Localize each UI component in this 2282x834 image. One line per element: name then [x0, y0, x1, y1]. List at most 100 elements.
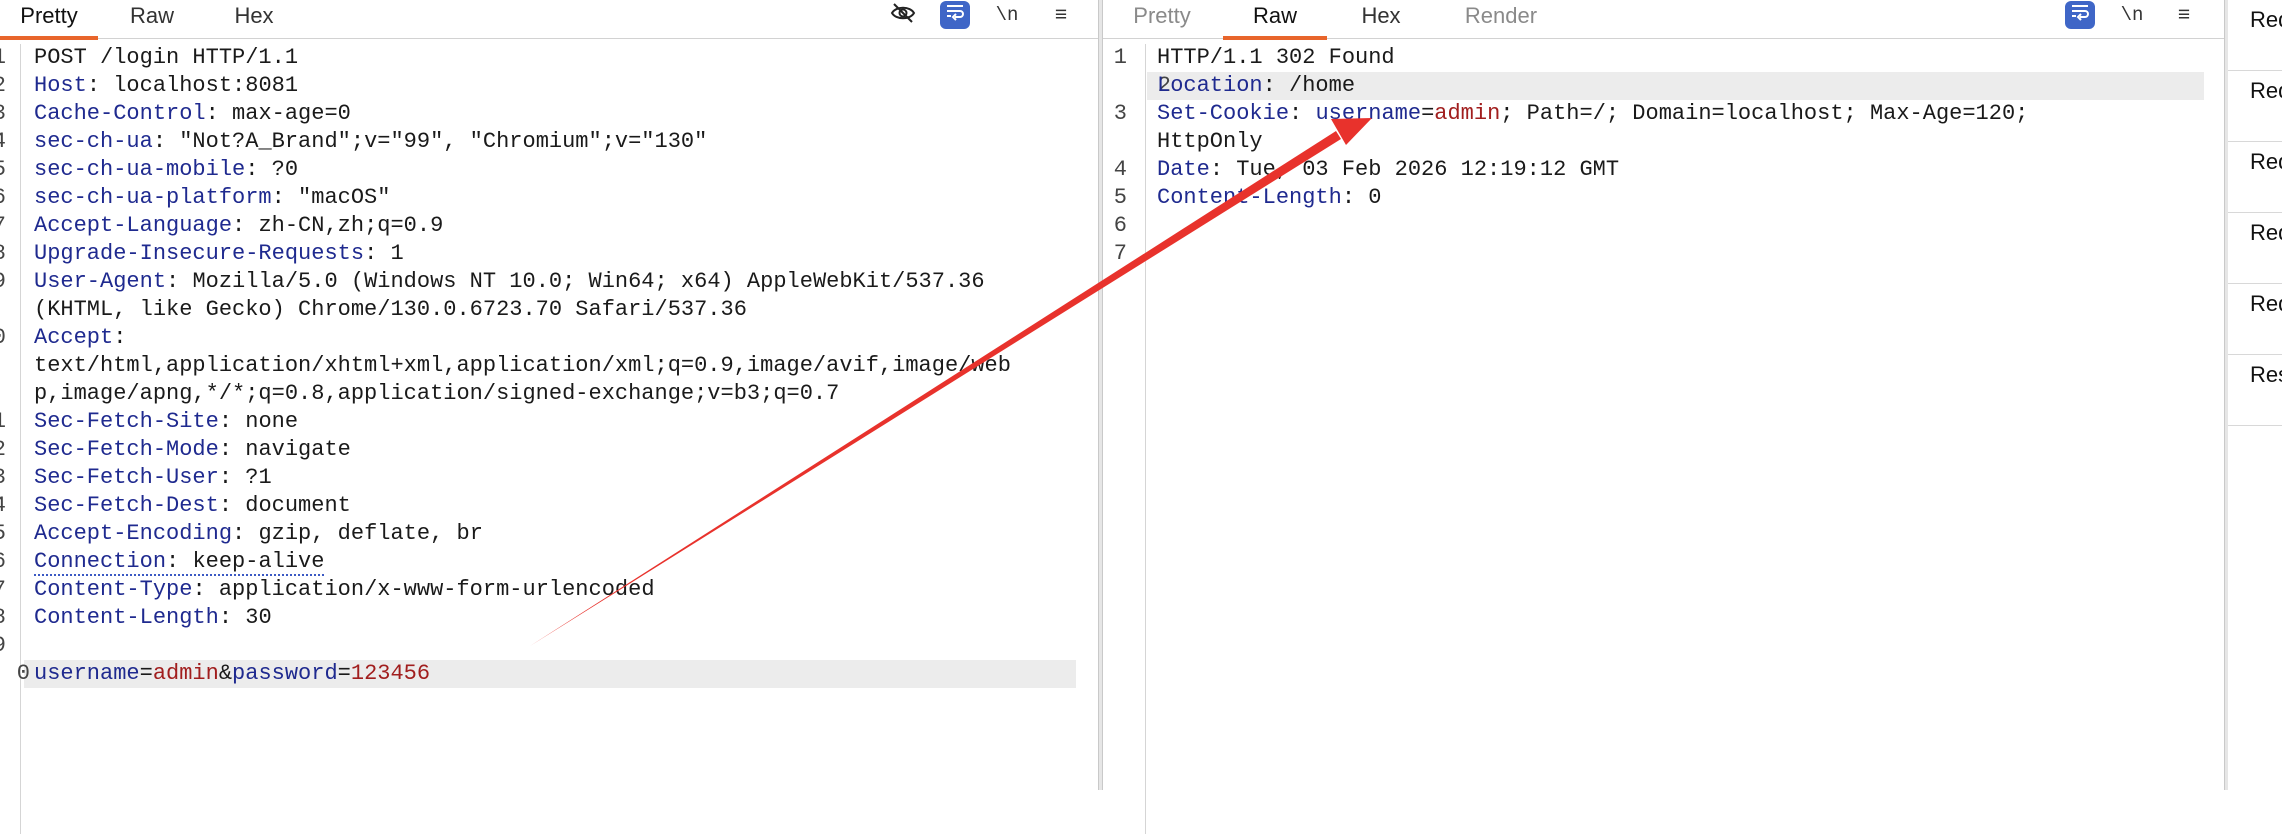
code-line: p,image/apng,*/*;q=0.8,application/signe… — [0, 380, 1098, 408]
header: Accept: — [34, 325, 140, 350]
request-tab-raw[interactable]: Raw — [118, 0, 186, 36]
header: Sec-Fetch-User: ?1 — [34, 465, 272, 490]
line-content: Content-Length: 30 — [34, 604, 272, 632]
code-line: 7 Content-Type: application/x-www-form-ur… — [0, 576, 1098, 604]
code-line: 5 Content-Length: 0 — [1103, 184, 2224, 212]
show-newlines-button[interactable]: \n — [2117, 2, 2147, 30]
header-name: Cache-Control — [34, 101, 206, 126]
header: Accept-Encoding: gzip, deflate, br — [34, 521, 483, 546]
header: sec-ch-ua-platform: "macOS" — [34, 185, 390, 210]
line-content: username=admin&password=123456 — [34, 660, 430, 688]
line-number: 2 — [0, 436, 6, 464]
sidebar-item[interactable]: Res — [2228, 355, 2282, 426]
line-number: 5 — [0, 520, 6, 548]
code-line: 3 Cache-Control: max-age=0 — [0, 100, 1098, 128]
code-line: 7 — [1103, 240, 2224, 268]
equals: = — [337, 661, 351, 686]
menu-icon[interactable]: ≡ — [2169, 2, 2199, 30]
line-content: Upgrade-Insecure-Requests: 1 — [34, 240, 404, 268]
line-number: 4 — [0, 492, 6, 520]
line-number: 1 — [0, 408, 6, 436]
line-content: HTTP/1.1 302 Found — [1157, 44, 1395, 72]
request-editor[interactable]: 1 POST /login HTTP/1.1 2 Host: localhost:80… — [0, 44, 1098, 834]
cookie-attributes: ; Path=/; Domain=localhost; Max-Age=120; — [1500, 101, 2029, 126]
code-line: 0 username=admin&password=123456 — [17, 660, 1076, 688]
colon: : — [152, 129, 180, 154]
colon: : — [218, 409, 246, 434]
sidebar-item[interactable]: Req — [2228, 71, 2282, 142]
colon: : — [218, 465, 246, 490]
colon: : — [166, 269, 193, 294]
response-tab-pretty[interactable]: Pretty — [1123, 0, 1201, 36]
code-line: 2 Sec-Fetch-Mode: navigate — [0, 436, 1098, 464]
line-number: 5 — [1113, 185, 1127, 210]
header-name: Sec-Fetch-Site — [34, 409, 219, 434]
request-tab-hex[interactable]: Hex — [224, 0, 284, 36]
line-number: 3 — [0, 100, 6, 128]
header-name: Content-Type — [34, 577, 193, 602]
header-value: localhost:8081 — [113, 73, 299, 98]
line-content: HttpOnly — [1157, 128, 1263, 156]
cookie-value: admin — [1434, 101, 1501, 126]
line-number: 1 — [0, 44, 6, 72]
colon: : — [232, 213, 259, 238]
request-tab-pretty[interactable]: Pretty — [0, 0, 98, 40]
line-content: Accept: — [34, 324, 140, 352]
line-content: text/html,application/xhtml+xml,applicat… — [34, 352, 1011, 380]
request-pane: Pretty Raw Hex \n ≡ 1 POST /login HTTP/1.… — [0, 0, 1098, 834]
word-wrap-icon[interactable] — [940, 1, 970, 29]
header-name: Host — [34, 73, 87, 98]
sidebar-item[interactable]: Req — [2228, 142, 2282, 213]
param-key: password — [232, 661, 338, 686]
header-value: document — [245, 493, 351, 518]
sidebar-item[interactable]: Req — [2228, 213, 2282, 284]
sidebar-item[interactable]: Req — [2228, 0, 2282, 71]
header-name: Accept — [34, 325, 114, 350]
line-content: Content-Length: 0 — [1157, 184, 1381, 212]
header-name: Content-Length — [34, 605, 219, 630]
header-name: Sec-Fetch-User — [34, 465, 219, 490]
response-tab-hex[interactable]: Hex — [1349, 0, 1413, 36]
line-content: sec-ch-ua: "Not?A_Brand";v="99", "Chromi… — [34, 128, 707, 156]
header-name: Connection — [34, 549, 167, 574]
hide-eye-icon[interactable] — [888, 2, 918, 30]
response-tab-raw[interactable]: Raw — [1223, 0, 1327, 40]
line-number: 6 — [0, 184, 6, 212]
colon: : — [245, 157, 272, 182]
word-wrap-icon[interactable] — [2065, 1, 2095, 29]
header-value: "macOS" — [298, 185, 391, 210]
header: Sec-Fetch-Mode: navigate — [34, 437, 351, 462]
code-line: 8 Content-Length: 30 — [0, 604, 1098, 632]
line-content: Date: Tue, 03 Feb 2026 12:19:12 GMT — [1157, 156, 1619, 184]
header-value: Tue, 03 Feb 2026 12:19:12 GMT — [1236, 157, 1620, 182]
sidebar-item[interactable]: Req — [2228, 284, 2282, 355]
line-text: (KHTML, like Gecko) Chrome/130.0.6723.70… — [34, 297, 747, 322]
header-value: zh-CN,zh;q=0.9 — [258, 213, 444, 238]
header: User-Agent: Mozilla/5.0 (Windows NT 10.0… — [34, 269, 985, 294]
line-content: Connection: keep-alive — [34, 548, 325, 576]
line-content: Set-Cookie: username=admin; Path=/; Doma… — [1157, 100, 2028, 128]
header: Content-Length: 0 — [1157, 185, 1381, 210]
colon: : — [113, 325, 140, 350]
header-value: ?1 — [245, 465, 272, 490]
show-newlines-button[interactable]: \n — [992, 2, 1022, 30]
response-editor[interactable]: 1 HTTP/1.1 302 Found 2 Location: /home 3 Set-… — [1103, 44, 2224, 834]
menu-icon[interactable]: ≡ — [1046, 2, 1076, 30]
line-number: 8 — [0, 604, 6, 632]
line-number: 5 — [0, 156, 6, 184]
code-line: 8 Upgrade-Insecure-Requests: 1 — [0, 240, 1098, 268]
line-content: sec-ch-ua-platform: "macOS" — [34, 184, 390, 212]
colon: : — [1209, 157, 1237, 182]
colon: : — [192, 577, 219, 602]
header-value: navigate — [245, 437, 351, 462]
line-content: sec-ch-ua-mobile: ?0 — [34, 156, 298, 184]
line-content: Sec-Fetch-Site: none — [34, 408, 298, 436]
header: Host: localhost:8081 — [34, 73, 298, 98]
code-line: text/html,application/xhtml+xml,applicat… — [0, 352, 1098, 380]
line-content: Sec-Fetch-User: ?1 — [34, 464, 272, 492]
inspector-sidebar: Req Req Req Req Req Res — [2228, 0, 2282, 790]
line-number: 9 — [0, 268, 6, 296]
code-line: 7 Accept-Language: zh-CN,zh;q=0.9 — [0, 212, 1098, 240]
response-tab-render[interactable]: Render — [1453, 0, 1549, 36]
header-name: Content-Length — [1157, 185, 1342, 210]
